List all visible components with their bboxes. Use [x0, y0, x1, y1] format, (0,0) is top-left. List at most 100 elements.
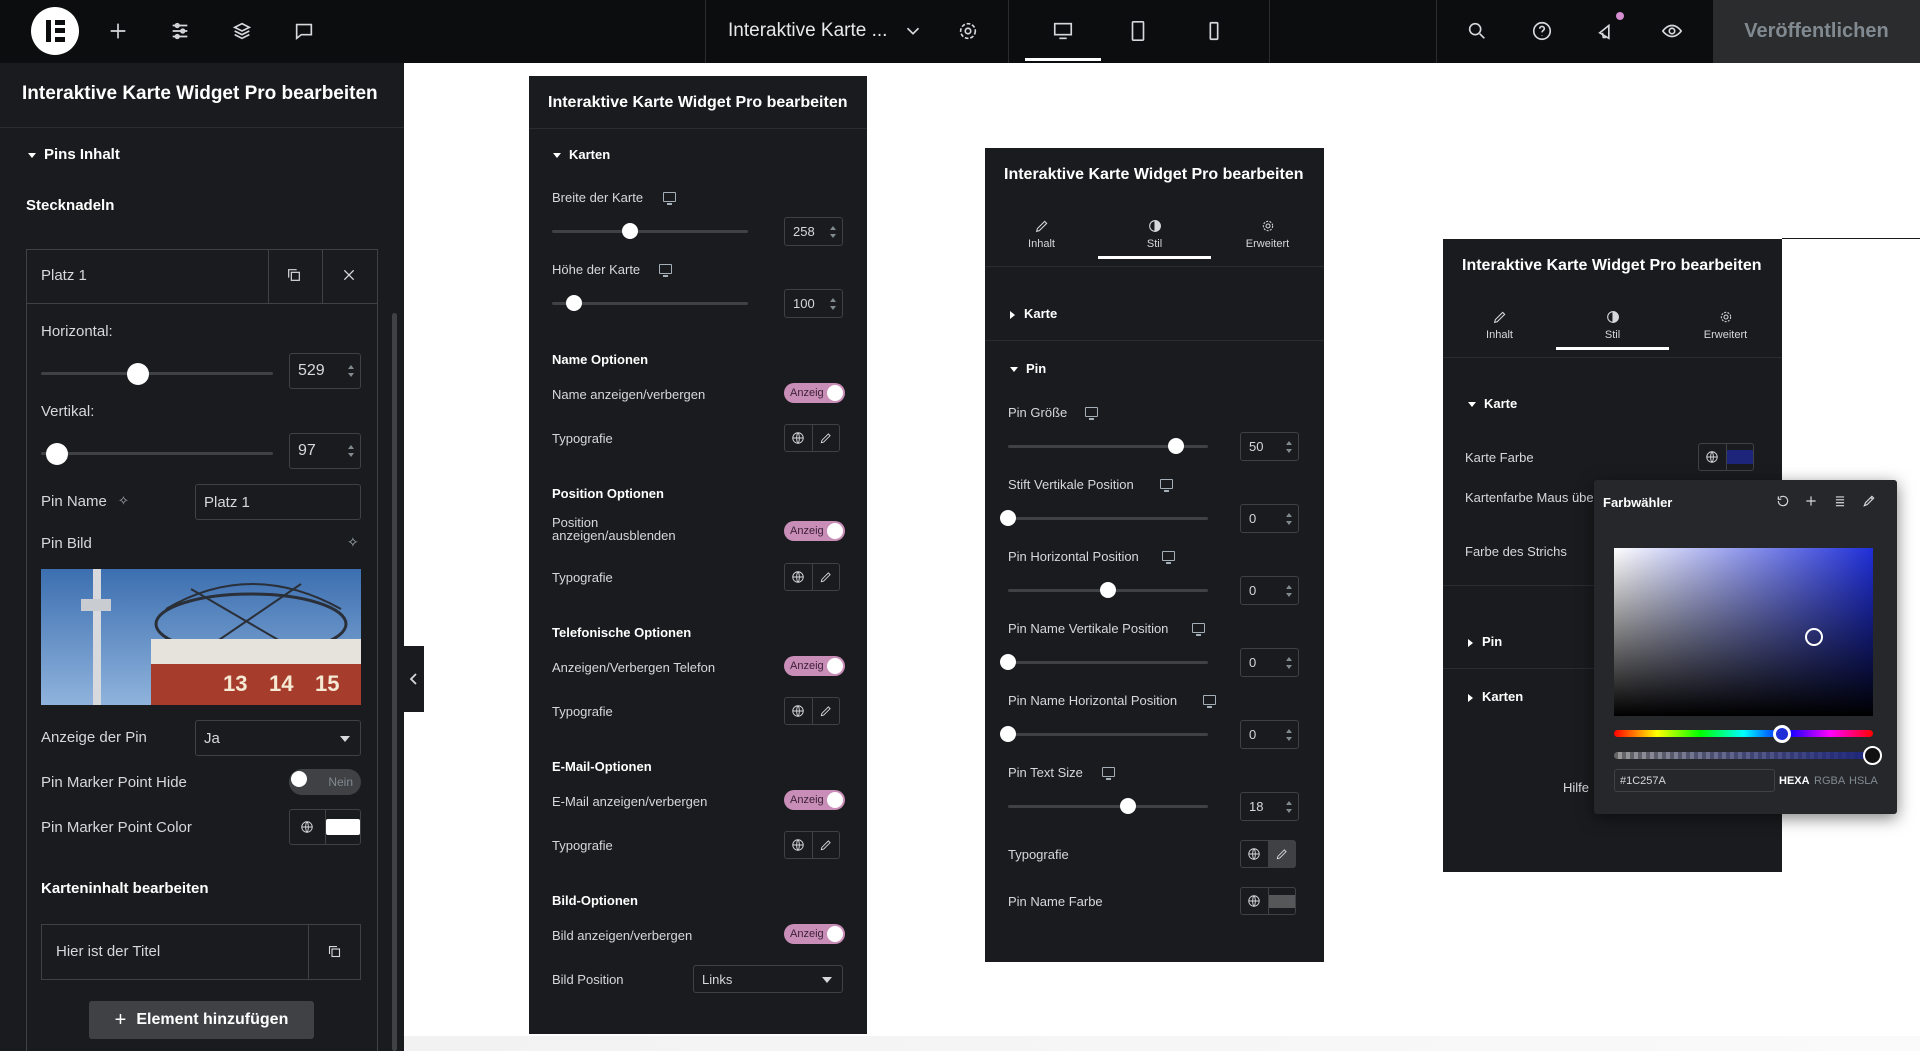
color-swatch[interactable]	[1725, 444, 1753, 470]
width-slider[interactable]	[552, 230, 748, 233]
close-icon[interactable]	[341, 267, 357, 288]
color-swatch[interactable]	[324, 810, 360, 844]
stack-icon[interactable]	[1833, 494, 1847, 513]
height-slider-handle[interactable]	[565, 295, 582, 311]
tab-stil[interactable]: Stil	[1556, 309, 1669, 350]
section-toggle-pin[interactable]: Pin	[1010, 361, 1046, 376]
add-element-button[interactable]: + Element hinzufügen	[89, 1001, 314, 1039]
marker-color-control[interactable]	[289, 809, 361, 845]
section-toggle-karte[interactable]: Karte	[1010, 306, 1057, 321]
document-title[interactable]: Interaktive Karte ...	[728, 20, 887, 42]
typography-control[interactable]	[784, 563, 840, 591]
typography-control[interactable]	[1240, 840, 1296, 868]
stift-vertical-slider-handle[interactable]	[1000, 510, 1016, 526]
text-size-input[interactable]: 18	[1240, 792, 1299, 821]
pin-name-input[interactable]: Platz 1	[195, 484, 361, 520]
vertical-slider[interactable]	[41, 452, 273, 455]
global-icon[interactable]	[785, 425, 812, 451]
section-toggle-karten[interactable]: Karten	[1468, 689, 1523, 704]
phone-toggle[interactable]: Anzeig	[784, 656, 845, 676]
publish-button[interactable]: Veröffentlichen	[1713, 0, 1920, 63]
map-color-control[interactable]	[1698, 443, 1754, 471]
mode-rgba[interactable]: RGBA	[1814, 775, 1845, 787]
saturation-area[interactable]	[1614, 548, 1873, 716]
repeater-item-header[interactable]: Platz 1	[26, 249, 378, 304]
reset-icon[interactable]	[1776, 494, 1790, 513]
marker-hide-toggle[interactable]: Nein	[289, 769, 361, 795]
hue-slider-handle[interactable]	[1773, 725, 1792, 743]
hex-input[interactable]: #1C257A	[1614, 769, 1775, 792]
name-vertical-input[interactable]: 0	[1240, 648, 1299, 677]
edit-pencil-icon[interactable]	[1267, 841, 1295, 867]
pin-horizontal-input[interactable]: 0	[1240, 576, 1299, 605]
image-toggle[interactable]: Anzeig	[784, 924, 845, 944]
search-icon[interactable]	[1460, 14, 1494, 48]
width-slider-handle[interactable]	[622, 223, 639, 239]
image-position-select[interactable]: Links	[693, 965, 843, 993]
tab-inhalt[interactable]: Inhalt	[985, 218, 1098, 250]
text-size-slider-handle[interactable]	[1120, 798, 1136, 814]
name-horizontal-slider[interactable]	[1008, 733, 1208, 736]
width-input[interactable]: 258	[784, 217, 843, 246]
color-swatch[interactable]	[1267, 888, 1295, 914]
global-icon[interactable]	[1241, 841, 1268, 867]
mode-hexa[interactable]: HEXA	[1779, 775, 1810, 787]
edit-pencil-icon[interactable]	[811, 564, 840, 590]
stift-vertical-input[interactable]: 0	[1240, 504, 1299, 533]
comments-icon[interactable]	[287, 14, 321, 48]
chevron-down-icon[interactable]	[896, 14, 930, 48]
duplicate-icon[interactable]	[286, 267, 302, 288]
edit-pencil-icon[interactable]	[811, 698, 840, 724]
alpha-slider-handle[interactable]	[1863, 746, 1882, 765]
section-toggle-pins-inhalt[interactable]: Pins Inhalt	[28, 146, 120, 163]
desktop-icon[interactable]	[1046, 14, 1080, 48]
duplicate-icon[interactable]	[327, 944, 342, 964]
tab-erweitert[interactable]: Erweitert	[1211, 218, 1324, 250]
email-toggle[interactable]: Anzeig	[784, 790, 845, 810]
section-toggle-pin[interactable]: Pin	[1468, 634, 1502, 649]
edit-pencil-icon[interactable]	[811, 425, 840, 451]
add-icon[interactable]	[101, 14, 135, 48]
name-horizontal-input[interactable]: 0	[1240, 720, 1299, 749]
mobile-icon[interactable]	[1197, 14, 1231, 48]
preview-eye-icon[interactable]	[1655, 14, 1689, 48]
name-vertical-slider[interactable]	[1008, 661, 1208, 664]
section-toggle-karten[interactable]: Karten	[553, 147, 610, 162]
add-icon[interactable]	[1804, 494, 1818, 513]
pin-size-input[interactable]: 50	[1240, 432, 1299, 461]
name-color-control[interactable]	[1240, 887, 1296, 915]
pin-display-select[interactable]: Ja	[195, 720, 361, 756]
horizontal-input[interactable]: 529	[289, 353, 361, 389]
alpha-slider[interactable]	[1614, 752, 1873, 759]
name-vertical-slider-handle[interactable]	[1000, 654, 1016, 670]
content-repeater-item[interactable]: Hier ist der Titel	[41, 924, 361, 980]
edit-pencil-icon[interactable]	[811, 832, 840, 858]
collapse-panel-button[interactable]	[404, 646, 424, 712]
tab-inhalt[interactable]: Inhalt	[1443, 309, 1556, 341]
text-size-slider[interactable]	[1008, 805, 1208, 808]
tab-erweitert[interactable]: Erweitert	[1669, 309, 1782, 341]
help-link[interactable]: Hilfe	[1563, 780, 1589, 795]
tablet-icon[interactable]	[1121, 14, 1155, 48]
typography-control[interactable]	[784, 697, 840, 725]
global-icon[interactable]	[785, 698, 812, 724]
saturation-handle[interactable]	[1805, 628, 1823, 646]
settings-sliders-icon[interactable]	[163, 14, 197, 48]
global-icon[interactable]	[785, 832, 812, 858]
ai-sparkle-icon[interactable]: ✧	[118, 493, 129, 509]
vertical-input[interactable]: 97	[289, 433, 361, 469]
hue-slider[interactable]	[1614, 730, 1873, 737]
name-horizontal-slider-handle[interactable]	[1000, 726, 1016, 742]
typography-control[interactable]	[784, 831, 840, 859]
pin-horizontal-slider-handle[interactable]	[1100, 582, 1116, 598]
height-input[interactable]: 100	[784, 289, 843, 318]
pin-size-slider-handle[interactable]	[1168, 438, 1184, 454]
global-icon[interactable]	[785, 564, 812, 590]
layers-icon[interactable]	[225, 14, 259, 48]
position-toggle[interactable]: Anzeig	[784, 521, 845, 541]
pin-image-preview[interactable]: 13 14 15	[41, 569, 361, 705]
eyedropper-icon[interactable]	[1862, 494, 1876, 513]
name-toggle[interactable]: Anzeig	[784, 383, 845, 403]
ai-sparkle-icon[interactable]: ✧	[347, 534, 359, 551]
tab-stil[interactable]: Stil	[1098, 218, 1211, 259]
